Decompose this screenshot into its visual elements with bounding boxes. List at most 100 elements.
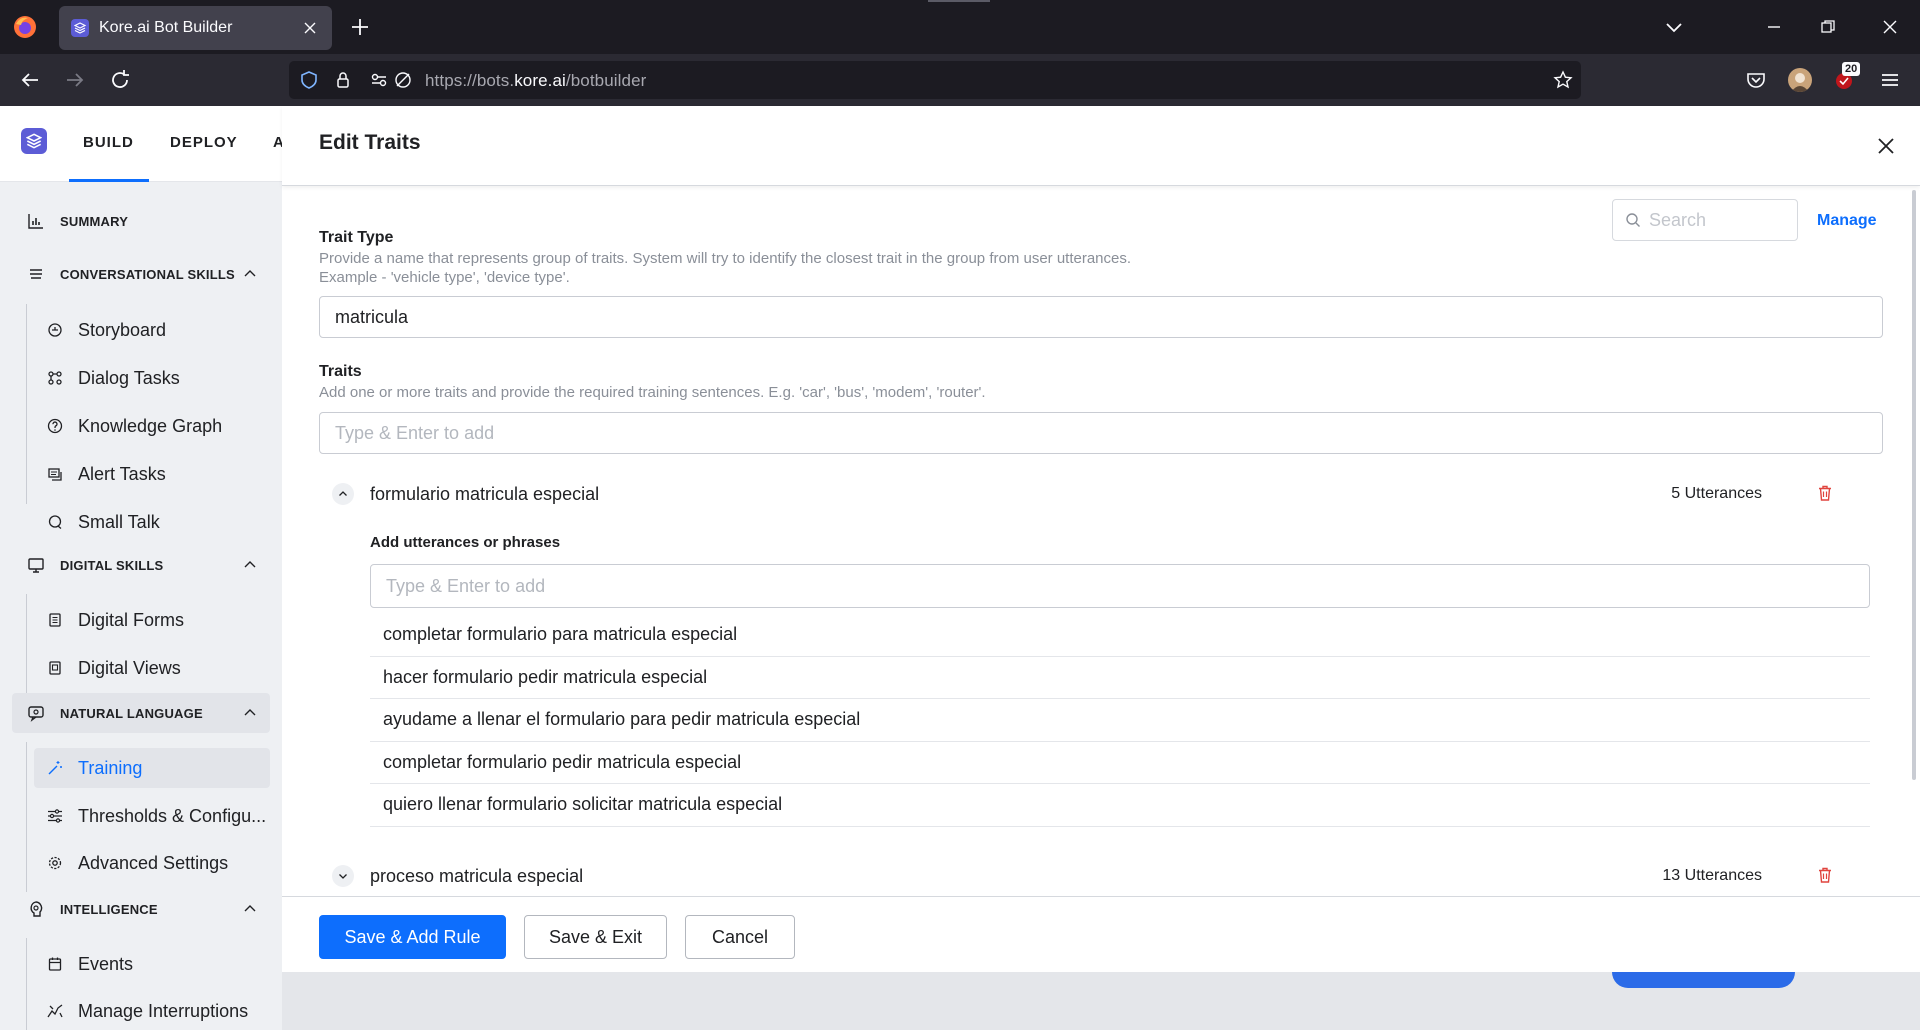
edit-traits-modal: Edit Traits Manage Trait Type Provide a … (282, 106, 1920, 972)
utterance-item[interactable]: completar formulario pedir matricula esp… (370, 742, 1870, 784)
save-add-rule-button[interactable]: Save & Add Rule (319, 915, 506, 959)
utterance-list: completar formulario para matricula espe… (370, 614, 1870, 827)
chevron-up-icon[interactable] (242, 901, 258, 917)
lock-icon[interactable] (333, 70, 353, 90)
trash-icon[interactable] (1816, 484, 1834, 502)
storyboard-icon (46, 321, 64, 339)
sidebar-item-advanced-settings[interactable]: Advanced Settings (34, 843, 270, 883)
save-exit-button[interactable]: Save & Exit (524, 915, 667, 959)
account-avatar[interactable] (1788, 68, 1812, 92)
sidebar-item-training[interactable]: Training (34, 748, 270, 788)
dialog-tasks-icon (46, 369, 64, 387)
search-input[interactable] (1649, 209, 1789, 231)
modal-scrollbar[interactable] (1912, 190, 1916, 780)
sidebar-item-storyboard[interactable]: Storyboard (34, 310, 270, 350)
browser-tab-bar: Kore.ai Bot Builder (0, 0, 1920, 54)
traits-input[interactable] (319, 412, 1883, 454)
modal-close-button[interactable] (1872, 132, 1900, 160)
cancel-button[interactable]: Cancel (685, 915, 795, 959)
trait-type-input[interactable] (319, 296, 1883, 338)
trait-collapse-toggle[interactable] (332, 483, 354, 505)
sidebar-section-summary[interactable]: SUMMARY (12, 201, 270, 241)
intelligence-icon (26, 899, 46, 919)
url-text[interactable]: https://bots.kore.ai/botbuilder (425, 71, 646, 91)
chevron-up-icon (339, 491, 347, 496)
forward-arrow-icon[interactable] (63, 68, 87, 92)
traits-label: Traits (319, 363, 362, 380)
utterance-item[interactable]: hacer formulario pedir matricula especia… (370, 657, 1870, 699)
sidebar-section-intelligence[interactable]: INTELLIGENCE (12, 889, 270, 929)
manage-link[interactable]: Manage (1817, 212, 1877, 230)
utterance-input[interactable] (370, 564, 1870, 608)
sidebar-item-small-talk[interactable]: Small Talk (34, 502, 270, 542)
chevron-up-icon[interactable] (242, 266, 258, 282)
question-circle-icon (46, 417, 64, 435)
sidebar-section-natural-language[interactable]: NATURAL LANGUAGE (12, 693, 270, 733)
browser-nav-bar: https://bots.kore.ai/botbuilder (0, 54, 1920, 106)
group-divider-line (26, 304, 27, 504)
utterance-item[interactable]: completar formulario para matricula espe… (370, 614, 1870, 657)
search-icon (1626, 213, 1640, 227)
reload-icon[interactable] (108, 68, 132, 92)
pocket-icon[interactable] (1744, 68, 1768, 92)
traits-help: Add one or more traits and provide the r… (319, 384, 986, 401)
tab-build[interactable]: BUILD (83, 134, 134, 151)
back-arrow-icon[interactable] (18, 68, 42, 92)
sidebar-item-knowledge-graph[interactable]: Knowledge Graph (34, 406, 270, 446)
sidebar-item-events[interactable]: Events (34, 944, 270, 984)
app-header: BUILD DEPLOY A (0, 106, 284, 182)
sidebar-section-conversational-skills[interactable]: CONVERSATIONAL SKILLS (12, 254, 270, 294)
close-icon (1878, 138, 1894, 154)
sidebar-item-digital-forms[interactable]: Digital Forms (34, 600, 270, 640)
trait-utterance-count: 13 Utterances (1662, 867, 1762, 884)
search-box[interactable] (1612, 199, 1798, 241)
utterance-item[interactable]: ayudame a llenar el formulario para pedi… (370, 699, 1870, 742)
list-all-tabs-chevron-icon[interactable] (1662, 15, 1686, 39)
trait-expand-toggle[interactable] (332, 865, 354, 887)
window-close-icon[interactable] (1878, 15, 1902, 39)
modal-header: Edit Traits (282, 106, 1920, 186)
trait-row[interactable]: formulario matricula especial 5 Utteranc… (332, 476, 1872, 512)
new-tab-plus-icon[interactable] (348, 15, 372, 39)
trait-row[interactable]: proceso matricula especial 13 Utterances (332, 858, 1872, 894)
chevron-up-icon[interactable] (242, 557, 258, 573)
window-restore-icon[interactable] (1816, 15, 1840, 39)
trait-type-label: Trait Type (319, 229, 394, 246)
trait-name: proceso matricula especial (370, 865, 584, 886)
browser-tab-title: Kore.ai Bot Builder (99, 19, 233, 36)
group-divider-line (26, 938, 27, 1030)
alert-tasks-icon (46, 465, 64, 483)
sidebar-item-digital-views[interactable]: Digital Views (34, 648, 270, 688)
trash-icon[interactable] (1816, 866, 1834, 884)
sidebar-item-alert-tasks[interactable]: Alert Tasks (34, 454, 270, 494)
magic-wand-icon (46, 759, 64, 777)
modal-footer: Save & Add Rule Save & Exit Cancel (282, 896, 1920, 972)
utterance-item[interactable]: quiero llenar formulario solicitar matri… (370, 784, 1870, 827)
tab-deploy[interactable]: DEPLOY (170, 134, 238, 151)
group-divider-line (26, 594, 27, 694)
kore-logo-icon[interactable] (21, 128, 47, 154)
address-bar[interactable]: https://bots.kore.ai/botbuilder (289, 61, 1581, 99)
chat-bubble-icon (46, 513, 64, 531)
hamburger-menu-icon[interactable] (1878, 68, 1902, 92)
tracking-protection-shield-icon[interactable] (299, 70, 319, 90)
sidebar-item-thresholds[interactable]: Thresholds & Configu... (34, 796, 270, 836)
form-icon (46, 611, 64, 629)
sidebar-section-digital-skills[interactable]: DIGITAL SKILLS (12, 545, 270, 585)
tab-close-icon[interactable] (300, 18, 320, 38)
bookmark-star-icon[interactable] (1553, 70, 1573, 90)
permissions-icon[interactable] (369, 70, 389, 90)
sliders-icon (46, 807, 64, 825)
calendar-icon (46, 955, 64, 973)
firefox-logo-icon[interactable] (12, 14, 38, 40)
tab-drag-handle (928, 0, 990, 2)
chevron-up-icon[interactable] (242, 705, 258, 721)
window-minimize-icon[interactable] (1762, 15, 1786, 39)
group-divider-line (26, 742, 27, 892)
tracking-blocked-icon[interactable] (393, 70, 413, 90)
sidebar-item-manage-interruptions[interactable]: Manage Interruptions (34, 991, 270, 1030)
browser-tab-active[interactable]: Kore.ai Bot Builder (59, 6, 332, 50)
interruptions-icon (46, 1002, 64, 1020)
sidebar-item-dialog-tasks[interactable]: Dialog Tasks (34, 358, 270, 398)
views-icon (46, 659, 64, 677)
